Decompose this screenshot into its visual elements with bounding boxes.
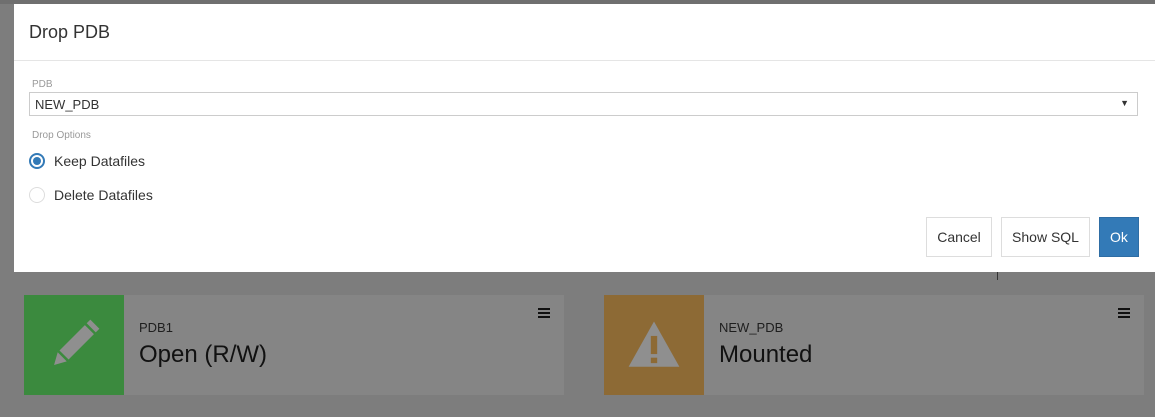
keep-datafiles-label: Keep Datafiles [54, 153, 146, 169]
card-pdb-name: PDB1 [139, 320, 173, 335]
dropdown-arrow-icon: ▼ [1120, 98, 1129, 108]
pencil-icon [54, 319, 100, 365]
pdb-card-pdb1[interactable]: PDB1 Open (R/W) [24, 295, 564, 395]
warning-icon [628, 321, 680, 367]
dialog-title: Drop PDB [29, 22, 111, 42]
card-pdb-status: Open (R/W) [139, 341, 268, 368]
dialog-header: Drop PDB [14, 4, 1155, 61]
card-pdb-status: Mounted [719, 341, 813, 368]
card-icon-tile [604, 295, 704, 395]
pdb-card-new-pdb[interactable]: NEW_PDB Mounted [604, 295, 1144, 395]
delete-datafiles-label: Delete Datafiles [54, 187, 153, 203]
cancel-button[interactable]: Cancel [926, 217, 992, 257]
drop-pdb-dialog: Drop PDB PDB NEW_PDB ▼ Drop Options Keep… [14, 4, 1155, 272]
hamburger-menu-icon[interactable] [1118, 308, 1130, 320]
pdb-select[interactable]: NEW_PDB ▼ [29, 92, 1138, 116]
ok-button[interactable]: Ok [1099, 217, 1139, 257]
card-icon-tile [24, 295, 124, 395]
pdb-field-label: PDB [32, 79, 53, 90]
pdb-select-value: NEW_PDB [35, 97, 100, 112]
delete-datafiles-option[interactable]: Delete Datafiles [29, 185, 153, 205]
show-sql-button[interactable]: Show SQL [1001, 217, 1090, 257]
keep-datafiles-radio[interactable] [29, 153, 45, 169]
keep-datafiles-option[interactable]: Keep Datafiles [29, 151, 145, 171]
drop-options-label: Drop Options [32, 130, 91, 141]
delete-datafiles-radio[interactable] [29, 187, 45, 203]
card-pdb-name: NEW_PDB [719, 320, 784, 335]
hamburger-menu-icon[interactable] [538, 308, 550, 320]
